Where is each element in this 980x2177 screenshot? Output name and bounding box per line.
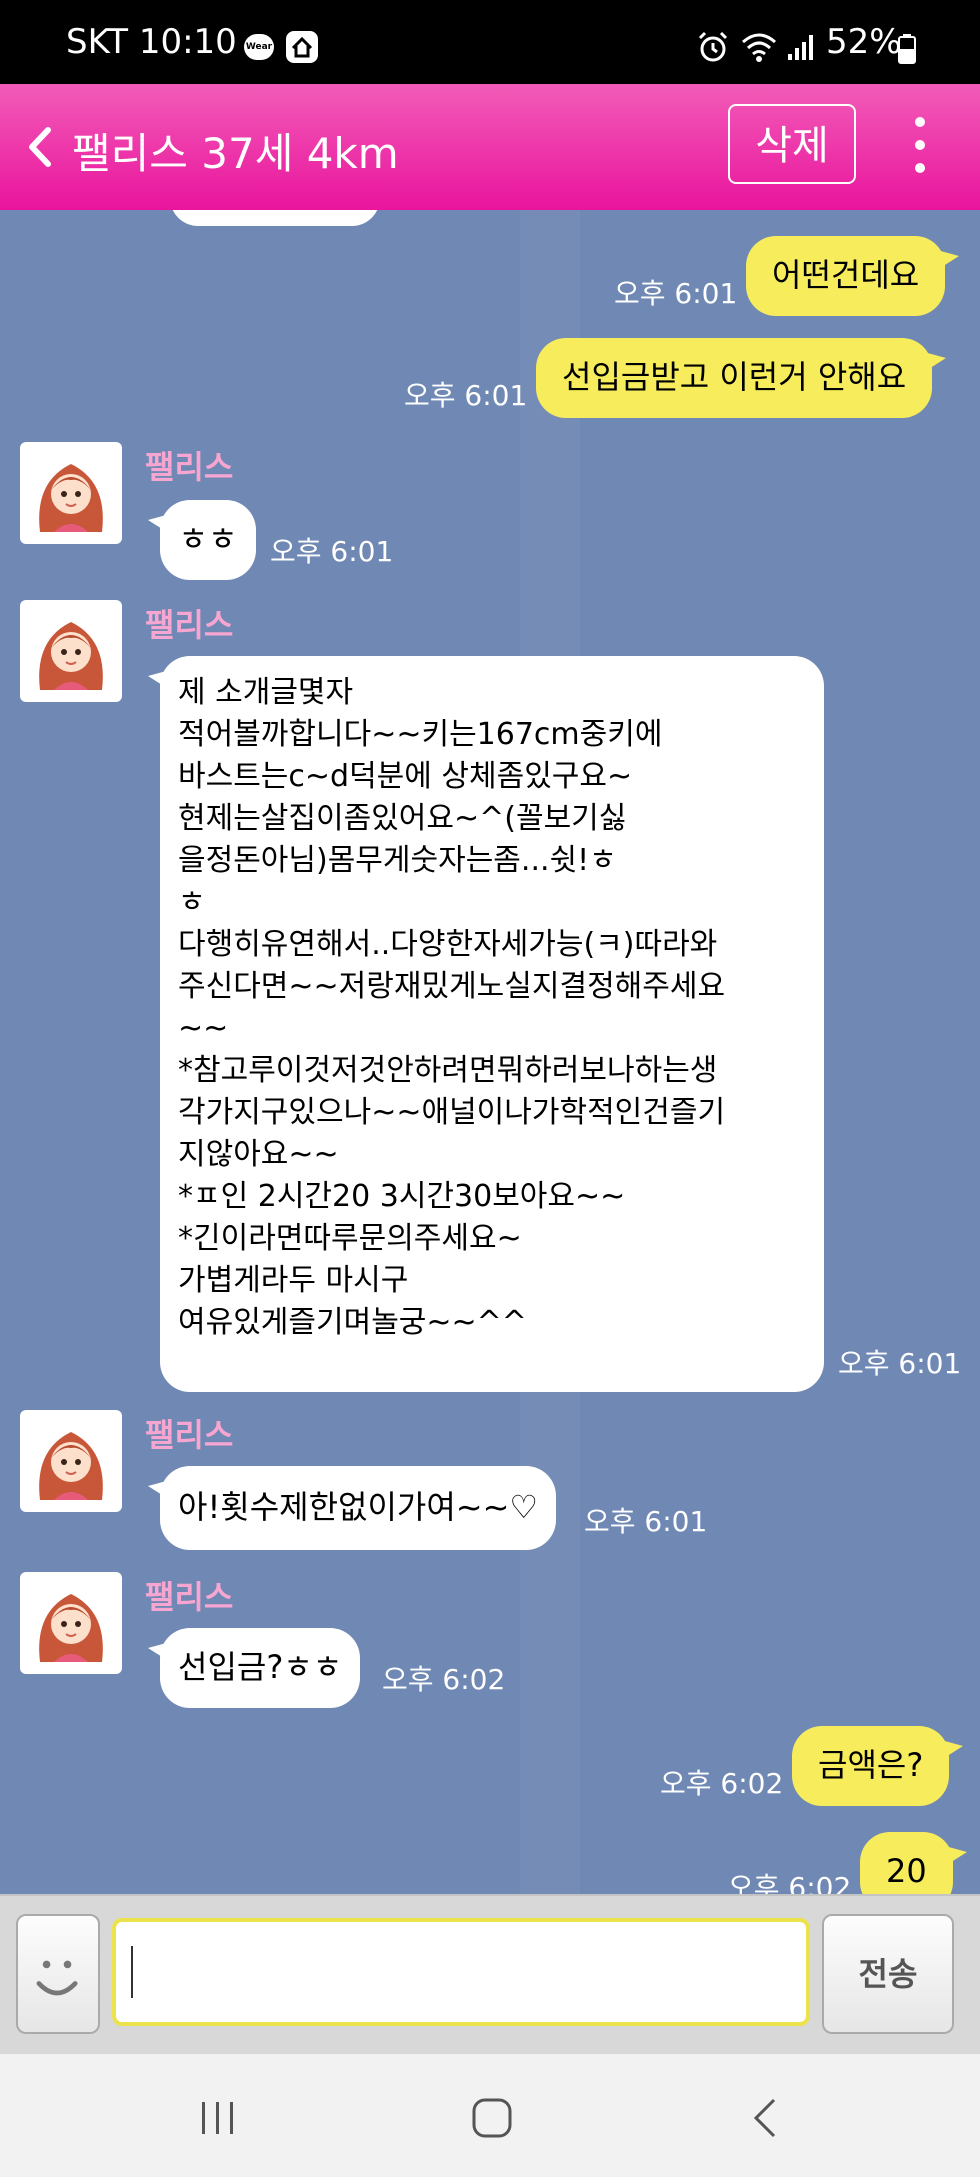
message-line: 각가지구있으나~~애널이나가학적인건즐기 — [178, 1095, 726, 1130]
avatar[interactable] — [20, 600, 122, 702]
message-line: 제 소개글몇자 — [178, 675, 354, 710]
sender-name: 팰리스 — [145, 448, 234, 486]
their-message-bubble: 선입금?ㅎㅎ — [147, 1628, 361, 1708]
smiley-icon — [36, 1960, 78, 1996]
message-time: 오후 6:01 — [584, 1505, 708, 1538]
their-message-bubble: ㅎㅎ — [148, 500, 256, 580]
message-line: 적어볼까합니다~~키는167cm중키에 — [178, 717, 663, 752]
profile-girl-icon — [39, 1432, 103, 1500]
more-options-icon[interactable] — [900, 110, 940, 180]
sender-name: 팰리스 — [145, 606, 234, 644]
send-button[interactable]: 전송 — [822, 1914, 954, 2034]
message-line: 지않아요~~ — [178, 1137, 339, 1172]
text-caret — [131, 1946, 133, 1998]
delete-button[interactable]: 삭제 — [728, 104, 856, 184]
carrier-time: SKT 10:10 — [66, 22, 237, 62]
home-icon — [286, 31, 318, 63]
their-long-message-bubble: 제 소개글몇자 적어볼까합니다~~키는167cm중키에 바스트는c~d덕분에 상… — [148, 656, 824, 1392]
message-time: 오후 6:01 — [270, 535, 394, 568]
system-navigation-bar — [0, 2054, 980, 2177]
avatar[interactable] — [20, 1572, 122, 1674]
message-input[interactable] — [112, 1918, 810, 2026]
message-time: 오후 6:02 — [660, 1767, 784, 1800]
their-message-bubble: 아!횟수제한없이가여~~♡ — [147, 1466, 557, 1550]
chat-title: 팰리스 37세 4km — [72, 129, 399, 178]
back-icon[interactable] — [748, 2096, 782, 2140]
my-message-bubble: 금액은? — [792, 1726, 964, 1806]
recent-apps-icon[interactable] — [196, 2098, 240, 2138]
message-line: ㅎ — [178, 885, 206, 920]
message-line: ~~ — [178, 1011, 229, 1046]
chat-area[interactable]: 오후 6:01 어떤건데요 오후 6:01 선입금받고 이런거 안해요 팰리스 … — [0, 210, 980, 1894]
message-time: 오후 6:01 — [838, 1347, 962, 1380]
message-line: 바스트는c~d덕분에 상체좀있구요~ — [178, 759, 633, 794]
message-line: 여유있게즐기며놀궁~~^^ — [178, 1305, 527, 1340]
my-message-bubble: 어떤건데요 — [746, 236, 960, 316]
message-time: 오후 6:01 — [614, 277, 738, 310]
message-line: *ㅍ인 2시간20 3시간30보아요~~ — [178, 1179, 626, 1214]
home-button-icon[interactable] — [470, 2096, 514, 2140]
battery-percent: 52% — [826, 22, 902, 62]
profile-girl-icon — [39, 464, 103, 532]
message-line: 주신다면~~저랑재밌게노실지결정해주세요 — [178, 969, 726, 1004]
battery-icon — [898, 34, 916, 64]
message-line: 가볍게라두 마시구 — [178, 1263, 409, 1298]
status-bar: SKT 10:10 Wear 52% — [0, 0, 980, 84]
signal-icon — [788, 35, 813, 60]
message-time: 오후 6:02 — [382, 1663, 506, 1696]
sender-name: 팰리스 — [145, 1578, 234, 1616]
message-line: *긴이라면따루문의주세요~ — [178, 1221, 522, 1256]
wifi-icon — [742, 33, 776, 62]
my-message-bubble: 선입금받고 이런거 안해요 — [536, 338, 947, 418]
wear-icon: Wear — [244, 34, 274, 60]
profile-girl-icon — [39, 1594, 103, 1662]
avatar[interactable] — [20, 1410, 122, 1512]
sender-name: 팰리스 — [145, 1416, 234, 1454]
message-time: 오후 6:02 — [728, 1871, 852, 1894]
back-chevron-icon[interactable] — [20, 122, 60, 172]
profile-girl-icon — [39, 622, 103, 690]
emoticon-button[interactable] — [16, 1914, 100, 2034]
message-line: 을정돈아님)몸무게숫자는좀...쉿!ㅎ — [178, 843, 617, 878]
previous-message-bubble — [170, 210, 380, 226]
avatar[interactable] — [20, 442, 122, 544]
chat-header: 팰리스 37세 4km 삭제 — [0, 84, 980, 210]
my-message-bubble: 20 — [860, 1832, 967, 1894]
alarm-icon — [698, 31, 728, 62]
message-line: 현제는살집이좀있어요~^(꼴보기싫 — [178, 801, 627, 836]
message-input-bar: 전송 — [0, 1894, 980, 2056]
message-line: *참고루이것저것안하려면뭐하러보나하는생 — [178, 1053, 718, 1088]
message-time: 오후 6:01 — [404, 379, 528, 412]
message-line: 다행히유연해서..다양한자세가능(ㅋ)따라와 — [178, 927, 718, 962]
